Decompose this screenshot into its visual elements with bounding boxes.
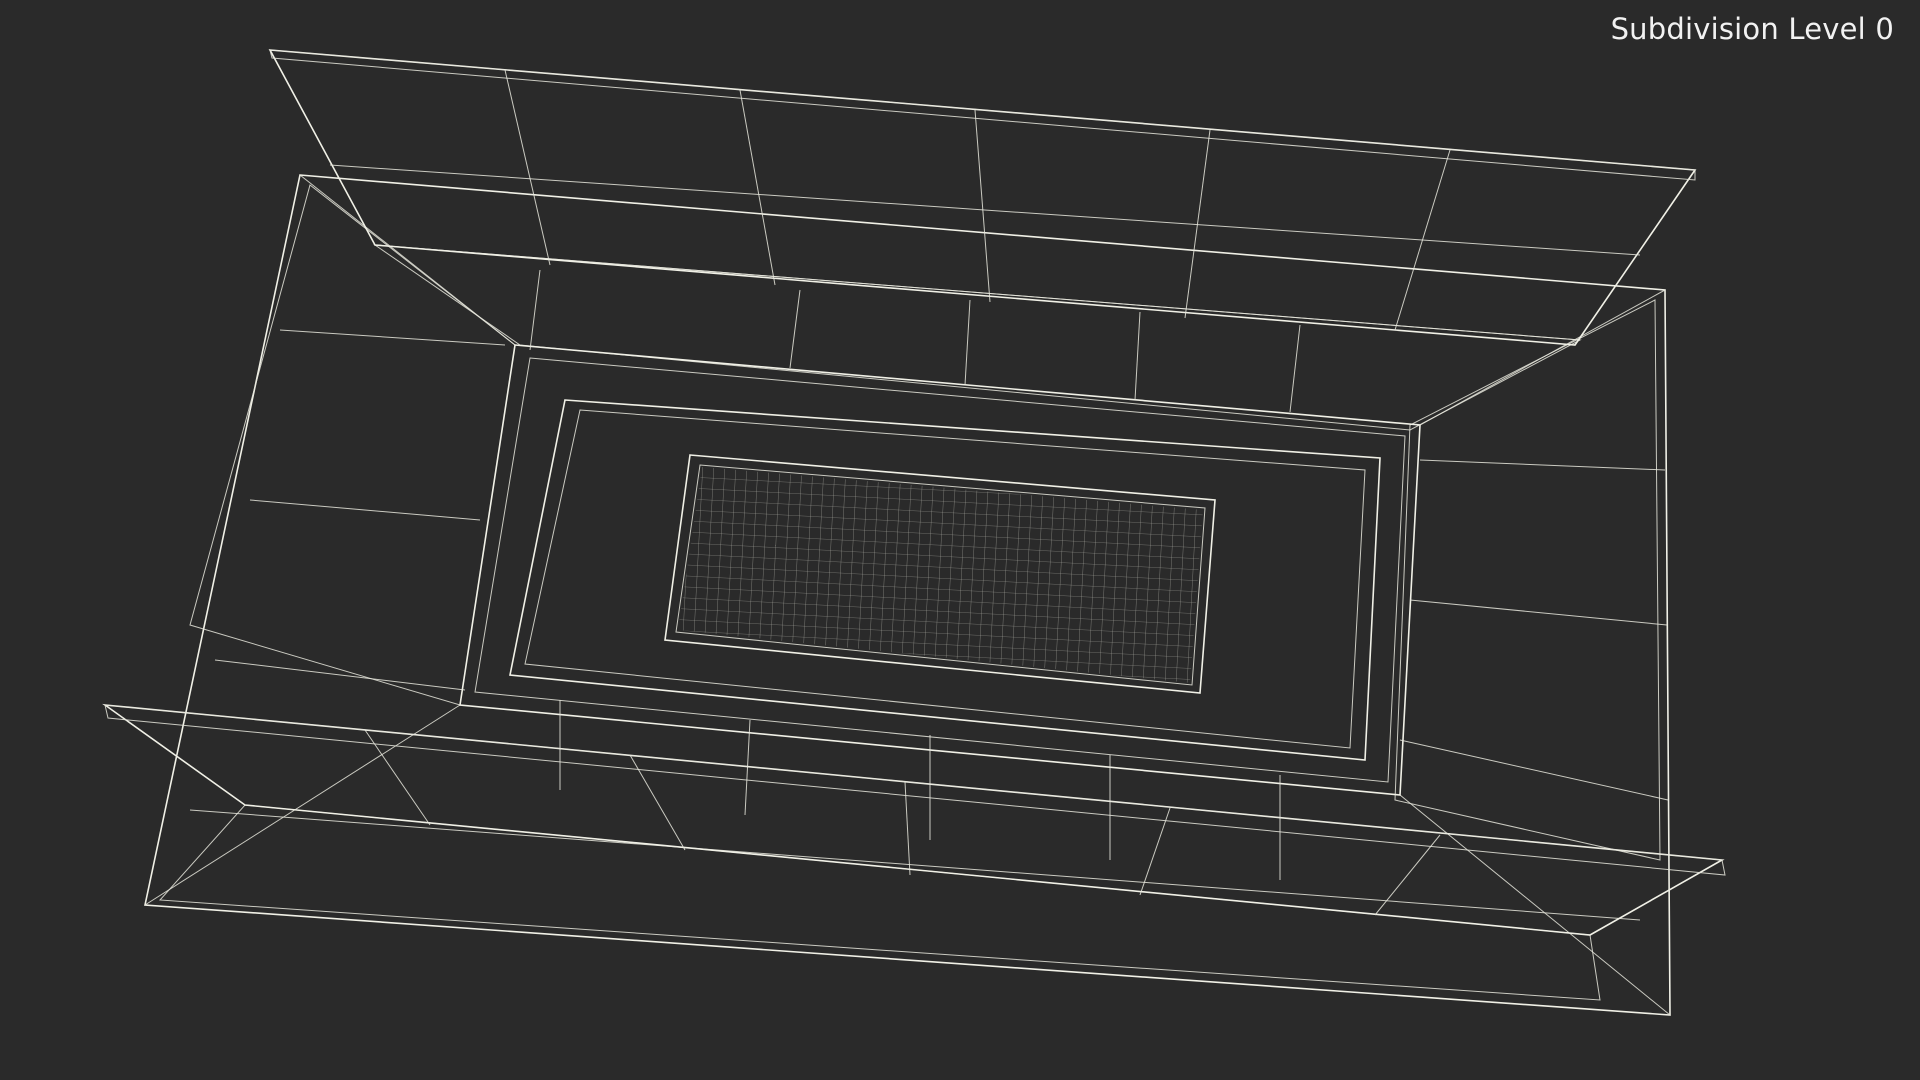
3d-viewport[interactable]: Subdivision Level 0 <box>0 0 1920 1080</box>
inner-tray <box>459 344 1421 796</box>
subdivision-level-label: Subdivision Level 0 <box>1610 12 1894 46</box>
back-flap <box>268 49 1697 346</box>
open-box-wireframe-model[interactable] <box>0 0 1920 1080</box>
